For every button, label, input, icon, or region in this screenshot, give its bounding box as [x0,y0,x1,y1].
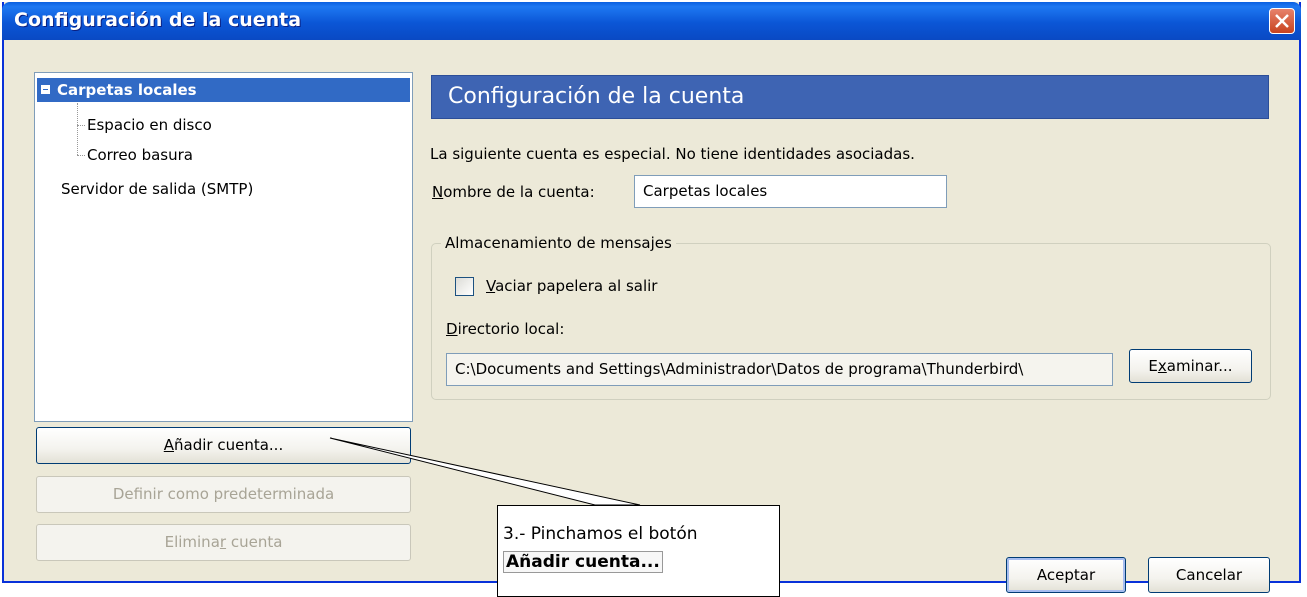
callout-text: 3.- Pinchamos el botón [503,524,698,544]
callout-highlight: Añadir cuenta... [503,551,663,573]
annotation-callout: 3.- Pinchamos el botón Añadir cuenta... [497,505,780,597]
